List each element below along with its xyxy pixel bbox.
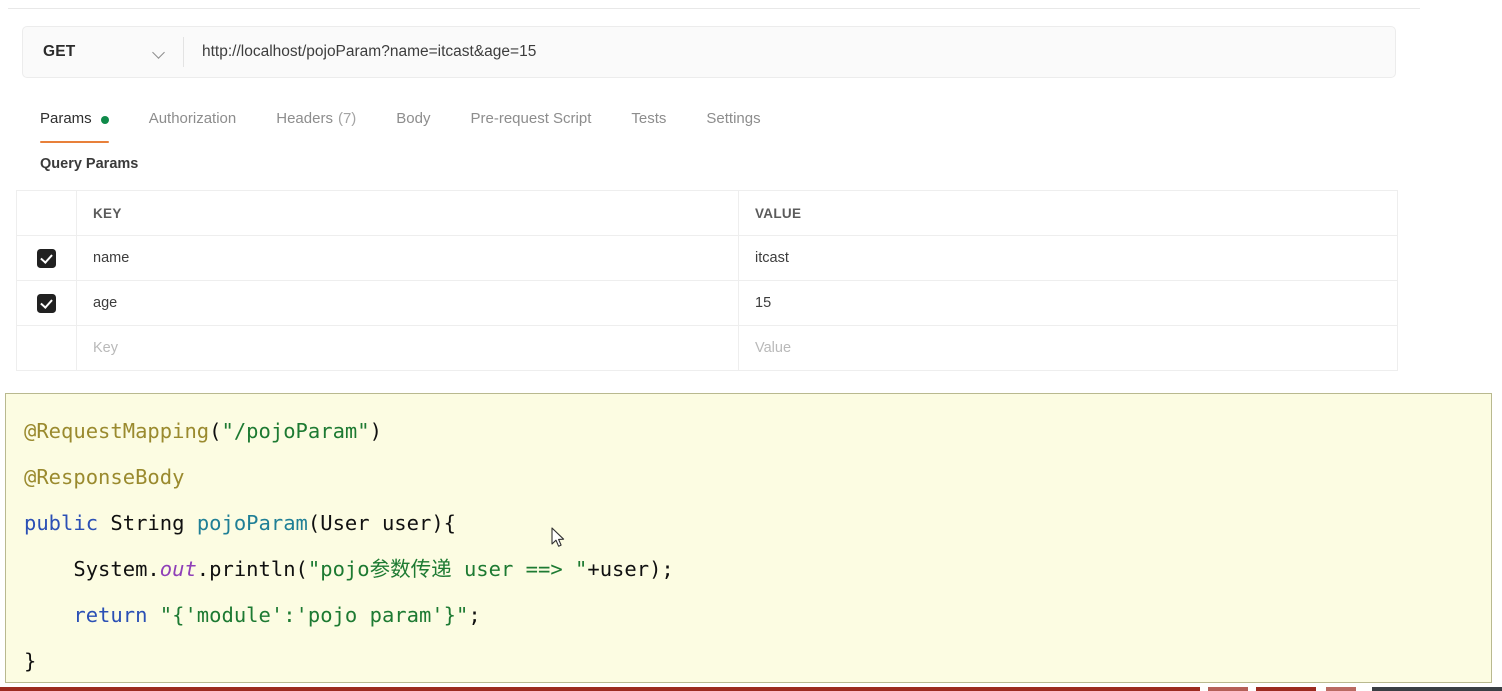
url-bar: GET http://localhost/pojoParam?name=itca… bbox=[22, 26, 1396, 78]
code-token-kw: return bbox=[73, 603, 148, 627]
new-param-value-input[interactable]: Value bbox=[739, 326, 1397, 370]
tab-authorization-label: Authorization bbox=[148, 110, 237, 127]
postman-request-panel: GET http://localhost/pojoParam?name=itca… bbox=[8, 8, 1420, 371]
column-header-key: KEY bbox=[77, 191, 739, 235]
tab-tests-label: Tests bbox=[631, 110, 667, 127]
code-line: return "{'module':'pojo param'}"; bbox=[24, 592, 1491, 638]
code-token-plain: ; bbox=[468, 603, 481, 627]
param-value-input[interactable]: itcast bbox=[739, 236, 1397, 280]
tab-pre-request-script-label: Pre-request Script bbox=[470, 110, 592, 127]
tab-headers-count: (7) bbox=[337, 110, 357, 127]
table-row-empty: Key Value bbox=[17, 326, 1397, 371]
url-input[interactable]: http://localhost/pojoParam?name=itcast&a… bbox=[184, 27, 1395, 77]
tab-active-underline bbox=[40, 140, 109, 143]
code-token-plain: ) bbox=[369, 419, 382, 443]
code-token-plain: (User user){ bbox=[307, 511, 457, 535]
code-line: System.out.println("pojo参数传递 user ==> "+… bbox=[24, 546, 1491, 592]
code-line: } bbox=[24, 638, 1491, 682]
tab-body-label: Body bbox=[396, 110, 431, 127]
tab-tests[interactable]: Tests bbox=[611, 100, 686, 152]
row-checkbox-cell bbox=[17, 326, 77, 370]
param-value-input[interactable]: 15 bbox=[739, 281, 1397, 325]
tab-headers-label: Headers bbox=[276, 110, 333, 127]
code-token-plain: System. bbox=[24, 557, 160, 581]
row-checkbox-cell bbox=[17, 281, 77, 325]
code-token-anno: @RequestMapping bbox=[24, 419, 210, 443]
code-token-field: out bbox=[159, 557, 197, 581]
code-token-anno: @ResponseBody bbox=[24, 465, 185, 489]
params-modified-dot-icon bbox=[100, 116, 109, 124]
tab-headers[interactable]: Headers (7) bbox=[256, 100, 376, 152]
tab-settings[interactable]: Settings bbox=[686, 100, 780, 152]
table-row: age 15 bbox=[17, 281, 1397, 326]
http-method-select[interactable]: GET bbox=[23, 27, 183, 77]
param-enabled-checkbox[interactable] bbox=[37, 248, 56, 268]
code-token-str: "/pojoParam" bbox=[221, 419, 370, 443]
code-token-meth: pojoParam bbox=[196, 511, 308, 535]
code-token-kw: public bbox=[24, 511, 99, 535]
param-enabled-checkbox[interactable] bbox=[37, 293, 56, 313]
tab-body[interactable]: Body bbox=[376, 100, 450, 152]
chevron-down-icon bbox=[153, 48, 166, 56]
header-checkbox-cell bbox=[17, 191, 77, 235]
tab-authorization[interactable]: Authorization bbox=[129, 100, 257, 152]
query-params-title: Query Params bbox=[40, 156, 139, 172]
code-token-plain: .println( bbox=[196, 557, 308, 581]
bottom-cutoff-strip bbox=[0, 686, 1502, 691]
code-line: @RequestMapping("/pojoParam") bbox=[24, 408, 1491, 454]
code-token-plain: String bbox=[98, 511, 197, 535]
table-header-row: KEY VALUE bbox=[17, 191, 1397, 236]
java-code-block: @RequestMapping("/pojoParam") @ResponseBo… bbox=[5, 393, 1492, 683]
tab-pre-request-script[interactable]: Pre-request Script bbox=[451, 100, 612, 152]
code-token-str: "{'module':'pojo param'}" bbox=[159, 603, 469, 627]
table-row: name itcast bbox=[17, 236, 1397, 281]
request-tabs: Params Authorization Headers (7) Body Pr… bbox=[22, 100, 781, 143]
code-line: @ResponseBody bbox=[24, 454, 1491, 500]
tab-params-label: Params bbox=[40, 110, 92, 127]
new-param-key-input[interactable]: Key bbox=[77, 326, 739, 370]
code-line: public String pojoParam(User user){ bbox=[24, 500, 1491, 546]
code-token-plain: +user); bbox=[587, 557, 674, 581]
column-header-value: VALUE bbox=[755, 205, 802, 221]
tab-settings-label: Settings bbox=[706, 110, 761, 127]
row-checkbox-cell bbox=[17, 236, 77, 280]
tab-params[interactable]: Params bbox=[22, 100, 129, 152]
param-key-input[interactable]: name bbox=[77, 236, 739, 280]
code-token-str: "pojo参数传递 user ==> " bbox=[307, 557, 588, 581]
query-params-table: KEY VALUE name itcast age 15 Key Value bbox=[16, 190, 1398, 371]
param-key-input[interactable]: age bbox=[77, 281, 739, 325]
http-method-label: GET bbox=[43, 43, 76, 60]
code-token-plain: ( bbox=[209, 419, 222, 443]
code-token-plain: } bbox=[24, 649, 37, 673]
